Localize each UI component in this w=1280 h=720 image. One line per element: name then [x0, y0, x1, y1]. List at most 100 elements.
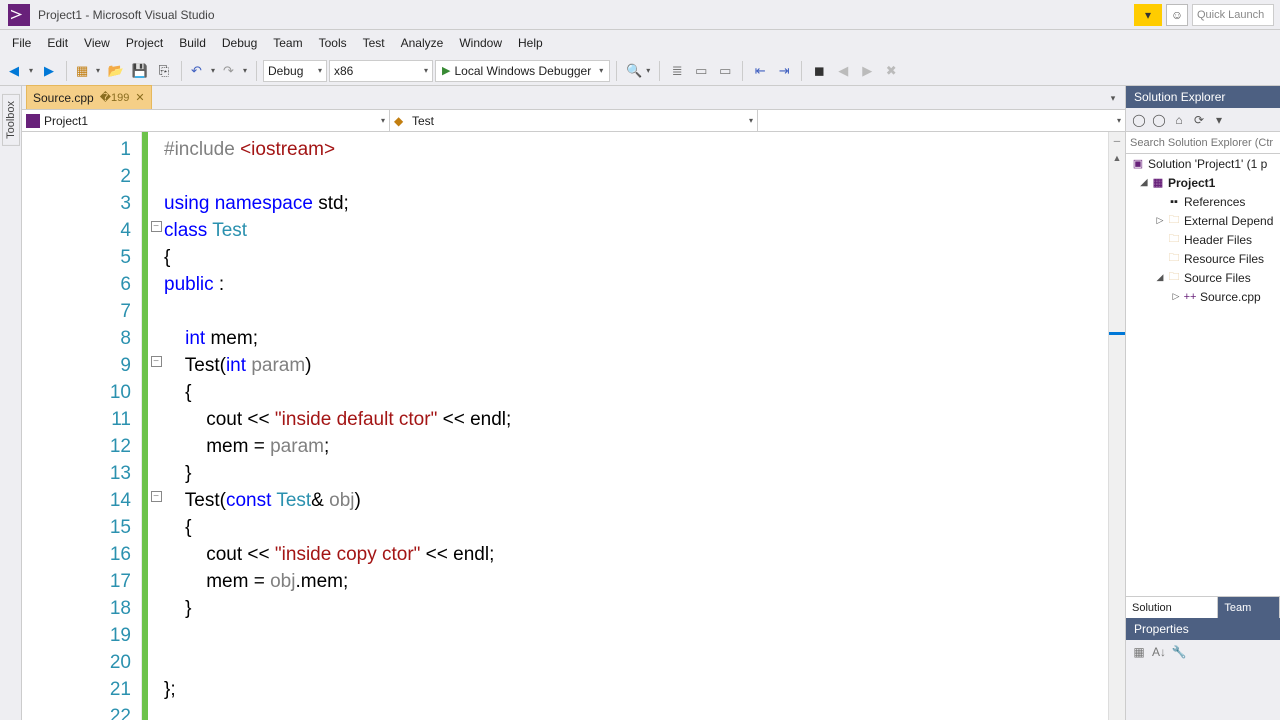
redo-button[interactable]: ↷	[220, 60, 250, 82]
tab-overflow-button[interactable]: ▾	[1105, 90, 1121, 106]
menu-window[interactable]: Window	[451, 30, 510, 56]
project-node[interactable]: ◢▦Project1	[1126, 173, 1280, 192]
se-back-button[interactable]: ◯	[1130, 111, 1148, 129]
properties-panel: ▦ A↓ 🔧	[1126, 640, 1280, 720]
navigation-bar: Project1 ▾ ◆ Test ▾ ▾	[22, 110, 1125, 132]
toolbox-panel-tab[interactable]: Toolbox	[0, 86, 22, 720]
solution-explorer-toolbar: ◯ ◯ ⌂ ⟳ ▾	[1126, 108, 1280, 132]
flag-icon: ▾	[1145, 8, 1151, 22]
menu-help[interactable]: Help	[510, 30, 551, 56]
source-files-node[interactable]: ◢🗀Source Files	[1126, 268, 1280, 287]
tab-solution-explorer[interactable]: Solution Explorer	[1126, 597, 1218, 618]
notifications-flag-button[interactable]: ▾	[1134, 4, 1162, 26]
class-icon: ◆	[394, 114, 408, 128]
vertical-scrollbar[interactable]: ─ ▲	[1108, 132, 1125, 720]
scope-selector[interactable]: Project1 ▾	[22, 110, 390, 131]
references-icon: ▪▪	[1166, 195, 1182, 209]
se-home-button[interactable]: ⌂	[1170, 111, 1188, 129]
speech-icon: ☺	[1171, 8, 1183, 22]
menu-view[interactable]: View	[76, 30, 118, 56]
tab-team-explorer[interactable]: Team Expl	[1218, 597, 1280, 618]
new-project-button[interactable]: ▦	[73, 60, 103, 82]
decrease-indent-icon[interactable]: ⇤	[749, 60, 771, 82]
config-select[interactable]: Debug▾	[263, 60, 327, 82]
menu-tools[interactable]: Tools	[311, 30, 355, 56]
project-icon: ▦	[1150, 176, 1166, 190]
start-debug-button[interactable]: ▶Local Windows Debugger▾	[435, 60, 610, 82]
code-content[interactable]: #include <iostream> using namespace std;…	[164, 132, 1108, 720]
menu-debug[interactable]: Debug	[214, 30, 265, 56]
quick-launch-input[interactable]: Quick Launch	[1192, 4, 1274, 26]
menu-analyze[interactable]: Analyze	[393, 30, 452, 56]
save-all-button[interactable]: ⎘	[153, 60, 175, 82]
type-selector[interactable]: ◆ Test ▾	[390, 110, 758, 131]
prop-categorized-button[interactable]: ▦	[1130, 643, 1148, 661]
expander-icon[interactable]: ▷	[1154, 215, 1166, 226]
comment-button[interactable]: ≣	[666, 60, 688, 82]
menu-team[interactable]: Team	[265, 30, 310, 56]
file-tab-source[interactable]: Source.cpp �199 ✕	[26, 85, 152, 109]
save-button[interactable]: 💾	[129, 60, 151, 82]
window-title: Project1 - Microsoft Visual Studio	[38, 8, 215, 22]
split-button[interactable]: ─	[1109, 132, 1125, 149]
properties-title: Properties	[1126, 618, 1280, 640]
solution-explorer-search[interactable]	[1126, 132, 1280, 154]
project-icon	[26, 114, 40, 128]
se-forward-button[interactable]: ◯	[1150, 111, 1168, 129]
file-tab-label: Source.cpp	[33, 91, 94, 105]
se-sync-button[interactable]: ⟳	[1190, 111, 1208, 129]
clear-bookmarks-button[interactable]: ✖	[880, 60, 902, 82]
menu-project[interactable]: Project	[118, 30, 171, 56]
platform-select[interactable]: x86▾	[329, 60, 433, 82]
folder-icon: 🗀	[1166, 252, 1182, 266]
menu-test[interactable]: Test	[355, 30, 393, 56]
nav-back-button[interactable]: ◀	[6, 60, 36, 82]
document-tab-row: Source.cpp �199 ✕ ▾	[22, 86, 1125, 110]
prop-alpha-button[interactable]: A↓	[1150, 643, 1168, 661]
nav-forward-button[interactable]: ▶	[38, 60, 60, 82]
solution-tree[interactable]: ▣Solution 'Project1' (1 p ◢▦Project1 ▪▪R…	[1126, 154, 1280, 596]
expander-icon[interactable]: ◢	[1154, 272, 1166, 283]
menubar: FileEditViewProjectBuildDebugTeamToolsTe…	[0, 30, 1280, 56]
member-selector[interactable]: ▾	[758, 110, 1125, 131]
source-file-node[interactable]: ▷++Source.cpp	[1126, 287, 1280, 306]
se-more-button[interactable]: ▾	[1210, 111, 1228, 129]
fold-column[interactable]: −−−	[148, 132, 164, 720]
expander-icon[interactable]: ◢	[1138, 177, 1150, 188]
right-panel-tabs: Solution Explorer Team Expl	[1126, 596, 1280, 618]
find-button[interactable]: 🔍	[623, 60, 653, 82]
se-search-input[interactable]	[1126, 132, 1280, 153]
uncomment-button[interactable]: ▭	[690, 60, 712, 82]
pin-icon[interactable]: �199	[100, 91, 130, 104]
line-number-gutter: 12345678910111213141516171819202122	[22, 132, 142, 720]
menu-build[interactable]: Build	[171, 30, 214, 56]
next-bookmark-button[interactable]: ▶	[856, 60, 878, 82]
folder-icon: 🗀	[1166, 271, 1182, 285]
feedback-button[interactable]: ☺	[1166, 4, 1188, 26]
scroll-up-button[interactable]: ▲	[1109, 149, 1125, 166]
increase-indent-icon[interactable]: ⇥	[773, 60, 795, 82]
references-node[interactable]: ▪▪References	[1126, 192, 1280, 211]
menu-file[interactable]: File	[4, 30, 39, 56]
cpp-file-icon: ++	[1182, 290, 1198, 304]
solution-icon: ▣	[1130, 157, 1146, 171]
menu-edit[interactable]: Edit	[39, 30, 76, 56]
code-editor[interactable]: 12345678910111213141516171819202122 −−− …	[22, 132, 1125, 720]
toggle-button[interactable]: ▭	[714, 60, 736, 82]
header-files-node[interactable]: 🗀Header Files	[1126, 230, 1280, 249]
folder-icon: 🗀	[1166, 214, 1182, 228]
prop-pages-button[interactable]: 🔧	[1170, 643, 1188, 661]
folder-icon: 🗀	[1166, 233, 1182, 247]
expander-icon[interactable]: ▷	[1170, 291, 1182, 302]
external-deps-node[interactable]: ▷🗀External Depend	[1126, 211, 1280, 230]
undo-button[interactable]: ↶	[188, 60, 218, 82]
resource-files-node[interactable]: 🗀Resource Files	[1126, 249, 1280, 268]
play-icon: ▶	[442, 64, 450, 77]
solution-node[interactable]: ▣Solution 'Project1' (1 p	[1126, 154, 1280, 173]
titlebar: Project1 - Microsoft Visual Studio ▾ ☺ Q…	[0, 0, 1280, 30]
bookmark-button[interactable]: ◼	[808, 60, 830, 82]
open-file-button[interactable]: 📂	[105, 60, 127, 82]
prev-bookmark-button[interactable]: ◀	[832, 60, 854, 82]
close-icon[interactable]: ✕	[135, 91, 144, 104]
scroll-marker	[1109, 332, 1125, 335]
